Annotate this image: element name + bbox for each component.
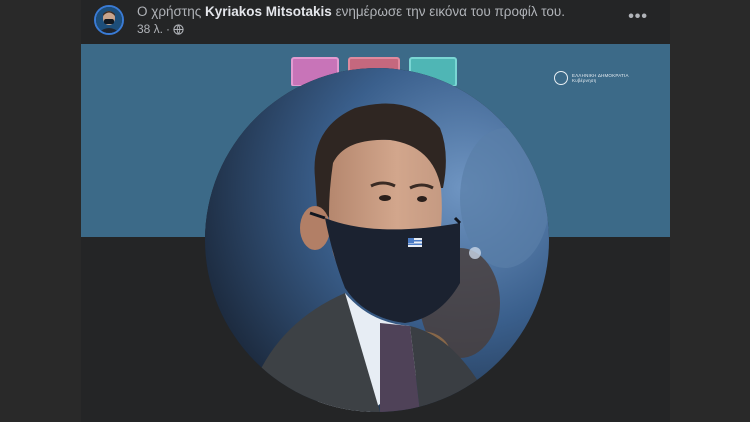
logo-line-2: Κυβέρνηση <box>572 78 597 83</box>
more-options-icon[interactable]: ••• <box>628 8 648 26</box>
headline-action: ενημέρωσε την εικόνα του προφίλ του. <box>335 4 566 19</box>
author-name-link[interactable]: Kyriakos Mitsotakis <box>205 4 332 19</box>
headline-prefix: Ο χρήστης <box>137 4 202 19</box>
right-margin <box>670 0 750 422</box>
globe-icon[interactable] <box>173 23 184 35</box>
government-logo: ΕΛΛΗΝΙΚΗ ΔΗΜΟΚΡΑΤΙΑ Κυβέρνηση <box>554 71 629 85</box>
profile-photo <box>205 68 549 412</box>
post-meta: 38 λ. · <box>137 22 184 36</box>
left-margin <box>0 0 81 422</box>
seal-icon <box>554 71 568 85</box>
post-header: Ο χρήστης Kyriakos Mitsotakis ενημέρωσε … <box>81 0 670 44</box>
meta-separator: · <box>166 22 171 36</box>
post-card: Ο χρήστης Kyriakos Mitsotakis ενημέρωσε … <box>81 0 670 422</box>
post-headline: Ο χρήστης Kyriakos Mitsotakis ενημέρωσε … <box>137 4 565 19</box>
profile-picture[interactable] <box>205 68 549 412</box>
post-timestamp[interactable]: 38 λ. <box>137 22 163 36</box>
author-avatar[interactable] <box>94 5 124 35</box>
